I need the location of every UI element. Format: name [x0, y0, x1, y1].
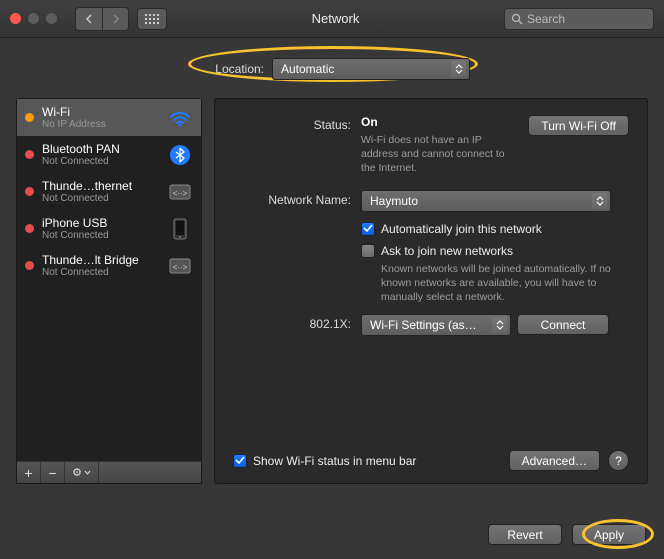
chevron-updown-icon: [492, 317, 507, 333]
checkmark-icon: [235, 456, 245, 465]
nav-back-forward: [75, 7, 129, 31]
status-label: Status:: [233, 115, 351, 132]
service-sub: Not Connected: [42, 193, 159, 204]
close-window-button[interactable]: [10, 13, 21, 24]
menubar-checkbox-row: Show Wi-Fi status in menu bar: [233, 454, 416, 468]
checkmark-icon: [363, 224, 373, 233]
bottom-buttons: Revert Apply: [488, 524, 646, 545]
chevron-down-icon: [84, 470, 91, 475]
show-all-button[interactable]: [137, 8, 167, 30]
ethernet-icon: <··>: [167, 181, 193, 203]
window-title: Network: [175, 11, 496, 26]
service-sub: No IP Address: [42, 119, 159, 130]
chevron-updown-icon: [592, 193, 607, 209]
service-thunderbolt-ethernet[interactable]: Thunde…thernet Not Connected <··>: [17, 173, 201, 210]
menubar-label: Show Wi-Fi status in menu bar: [253, 454, 416, 468]
service-name: iPhone USB: [42, 216, 159, 230]
status-dot-icon: [25, 150, 34, 159]
iphone-icon: [167, 218, 193, 240]
back-button[interactable]: [76, 8, 102, 30]
auto-join-checkbox[interactable]: [361, 222, 375, 236]
location-label: Location:: [194, 62, 264, 76]
apply-button[interactable]: Apply: [572, 524, 646, 545]
service-name: Bluetooth PAN: [42, 142, 159, 156]
wifi-icon: [167, 107, 193, 129]
dot1x-value: Wi-Fi Settings (as…: [370, 318, 477, 332]
wifi-toggle-button[interactable]: Turn Wi-Fi Off: [528, 115, 629, 136]
sidebar-footer: + − ⚙︎: [17, 461, 201, 483]
search-field[interactable]: Search: [504, 8, 654, 30]
svg-text:<··>: <··>: [173, 263, 188, 272]
services-list: Wi-Fi No IP Address Bluetooth PAN Not Co…: [17, 99, 201, 461]
service-wifi[interactable]: Wi-Fi No IP Address: [17, 99, 201, 136]
service-name: Thunde…thernet: [42, 179, 159, 193]
auto-join-label: Automatically join this network: [381, 222, 542, 236]
service-sub: Not Connected: [42, 230, 159, 241]
services-sidebar: Wi-Fi No IP Address Bluetooth PAN Not Co…: [16, 98, 202, 484]
minimize-window-button[interactable]: [28, 13, 39, 24]
revert-button[interactable]: Revert: [488, 524, 562, 545]
dot1x-label: 802.1X:: [233, 314, 351, 331]
svg-text:<··>: <··>: [173, 189, 188, 198]
service-sub: Not Connected: [42, 156, 159, 167]
status-dot-icon: [25, 224, 34, 233]
bluetooth-icon: [167, 144, 193, 166]
remove-service-button[interactable]: −: [41, 462, 65, 483]
service-bluetooth-pan[interactable]: Bluetooth PAN Not Connected: [17, 136, 201, 173]
dot1x-select[interactable]: Wi-Fi Settings (as…: [361, 314, 511, 336]
ask-join-checkbox[interactable]: [361, 244, 375, 258]
add-service-button[interactable]: +: [17, 462, 41, 483]
titlebar: Network Search: [0, 0, 664, 38]
search-icon: [511, 13, 523, 25]
ask-join-note: Known networks will be joined automatica…: [381, 262, 621, 305]
location-select[interactable]: Automatic: [272, 58, 470, 80]
service-thunderbolt-bridge[interactable]: Thunde…lt Bridge Not Connected <··>: [17, 247, 201, 284]
status-dot-icon: [25, 113, 34, 122]
status-dot-icon: [25, 261, 34, 270]
service-actions-button[interactable]: ⚙︎: [65, 462, 99, 483]
status-dot-icon: [25, 187, 34, 196]
location-row: Location: Automatic: [16, 52, 648, 86]
location-value: Automatic: [281, 62, 334, 76]
service-name: Thunde…lt Bridge: [42, 253, 159, 267]
help-button[interactable]: ?: [608, 450, 629, 471]
gear-icon: ⚙︎: [72, 466, 82, 479]
ethernet-icon: <··>: [167, 255, 193, 277]
status-value: On: [361, 115, 518, 129]
traffic-lights: [10, 13, 57, 24]
advanced-button[interactable]: Advanced…: [509, 450, 600, 471]
network-name-select[interactable]: Haymuto: [361, 190, 611, 212]
ask-join-checkbox-row: Ask to join new networks: [361, 244, 629, 258]
network-name-value: Haymuto: [370, 194, 418, 208]
status-note: Wi-Fi does not have an IP address and ca…: [361, 133, 518, 176]
menubar-checkbox[interactable]: [233, 454, 247, 468]
forward-button[interactable]: [102, 8, 128, 30]
detail-panel: Status: On Wi-Fi does not have an IP add…: [214, 98, 648, 484]
chevron-updown-icon: [451, 61, 466, 77]
ask-join-label: Ask to join new networks: [381, 244, 513, 258]
network-name-label: Network Name:: [233, 190, 351, 207]
zoom-window-button[interactable]: [46, 13, 57, 24]
service-iphone-usb[interactable]: iPhone USB Not Connected: [17, 210, 201, 247]
service-sub: Not Connected: [42, 267, 159, 278]
search-placeholder: Search: [527, 12, 565, 26]
service-name: Wi-Fi: [42, 105, 159, 119]
auto-join-checkbox-row: Automatically join this network: [361, 222, 629, 236]
dot1x-connect-button[interactable]: Connect: [517, 314, 609, 335]
